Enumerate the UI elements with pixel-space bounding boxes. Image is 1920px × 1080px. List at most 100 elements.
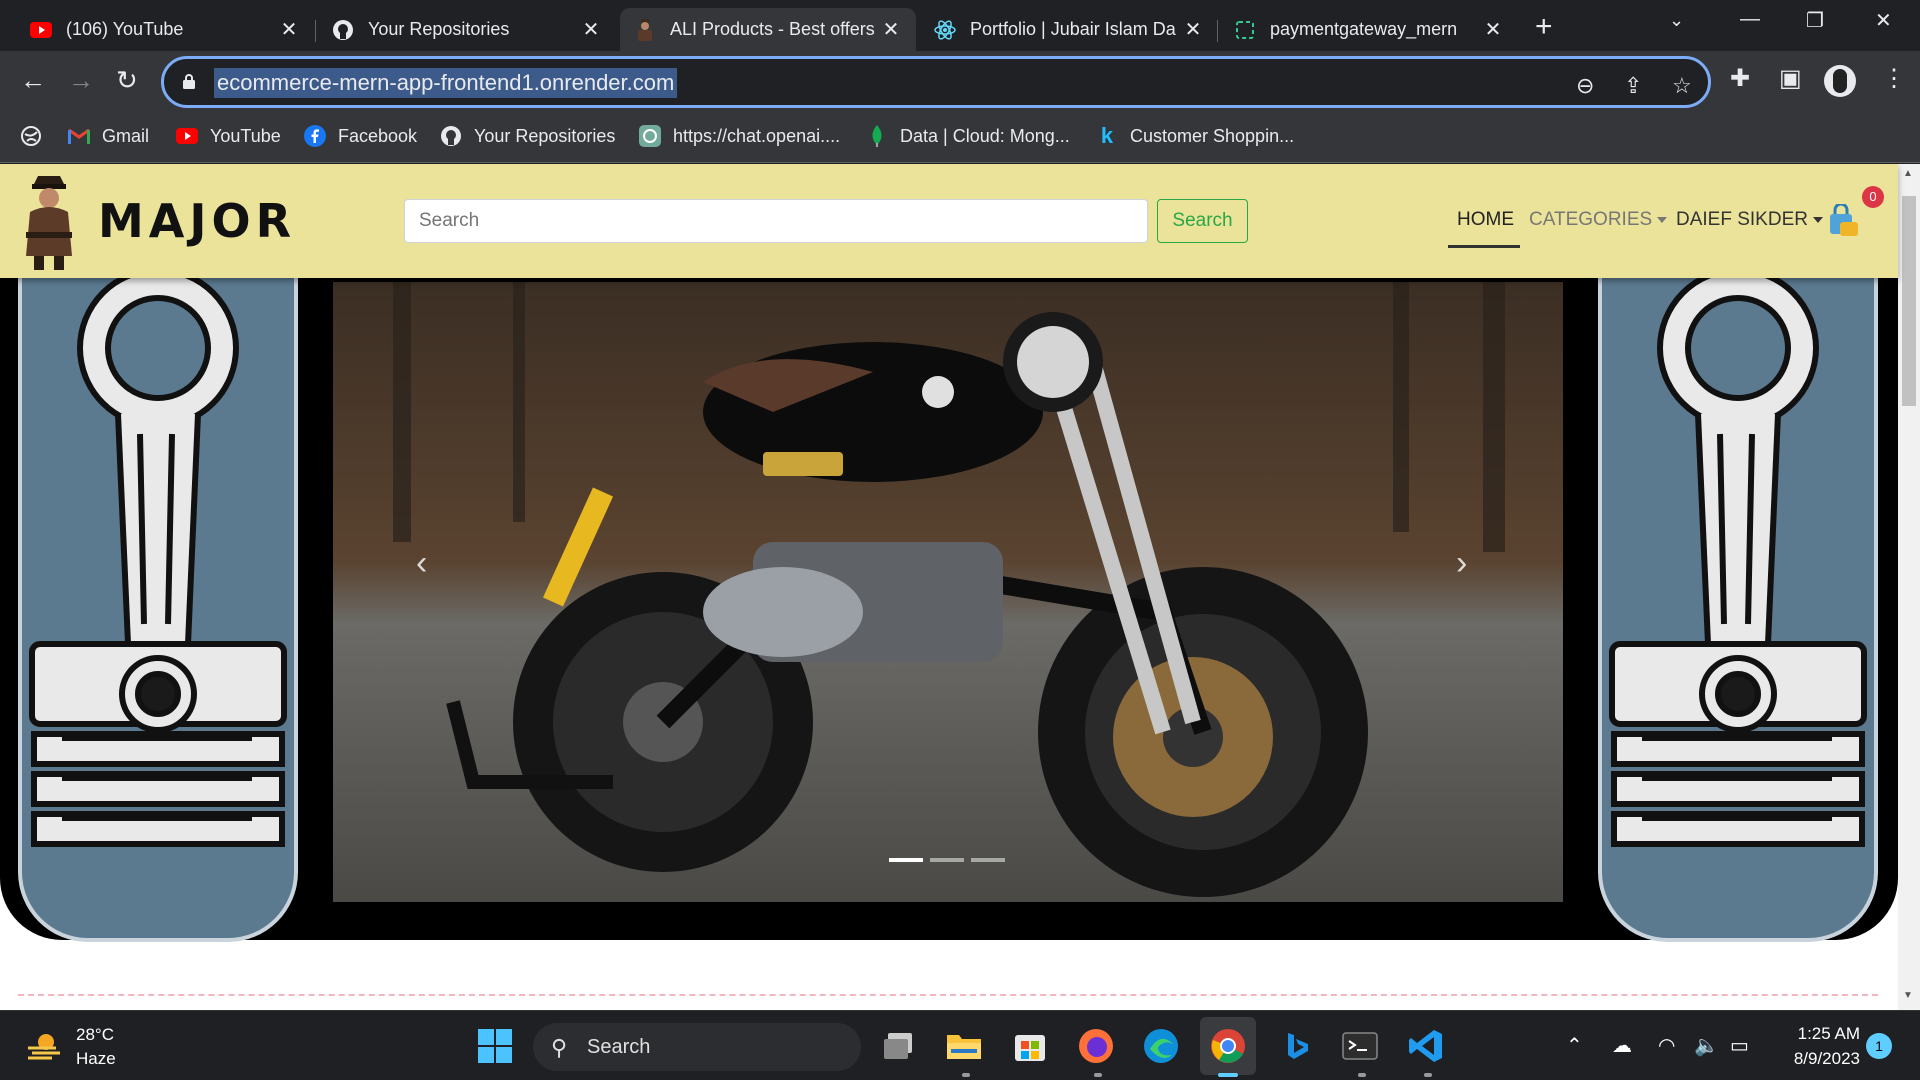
battery-icon[interactable]: ▭ — [1730, 1033, 1749, 1058]
bookmark-youtube[interactable]: YouTube — [176, 125, 281, 147]
bing-icon[interactable] — [1276, 1027, 1314, 1065]
nav-categories-label: CATEGORIES — [1529, 209, 1653, 230]
chrome-icon[interactable] — [1209, 1027, 1247, 1065]
mongodb-icon — [866, 125, 888, 147]
tab-strip: (106) YouTube ✕ Your Repositories ✕ ALI … — [0, 0, 1920, 51]
window-close-icon[interactable]: ✕ — [1875, 8, 1892, 33]
wifi-icon[interactable]: ◠ — [1658, 1033, 1675, 1058]
scroll-down-icon[interactable]: ▼ — [1903, 990, 1913, 1001]
apps-icon[interactable] — [20, 125, 54, 147]
share-icon[interactable]: ⇪ — [1624, 73, 1642, 99]
tab-youtube[interactable]: (106) YouTube ✕ — [16, 8, 314, 51]
firefox-icon[interactable] — [1077, 1027, 1115, 1065]
nav-home[interactable]: HOME — [1457, 209, 1514, 231]
tab-ali-products[interactable]: ALI Products - Best offers ✕ — [620, 8, 916, 51]
windows-start-icon[interactable] — [476, 1027, 514, 1065]
bookmark-label: https://chat.openai.... — [673, 125, 841, 146]
carousel-indicator[interactable] — [971, 858, 1005, 862]
bookmark-label: Data | Cloud: Mong... — [900, 125, 1070, 146]
haze-weather-icon — [28, 1034, 60, 1060]
bookmark-customer-shopping[interactable]: k Customer Shoppin... — [1096, 123, 1295, 148]
vscode-icon[interactable] — [1407, 1027, 1445, 1065]
file-explorer-icon[interactable] — [945, 1027, 983, 1065]
tab-search-icon[interactable]: ⌄ — [1669, 10, 1684, 31]
terminal-icon[interactable] — [1341, 1027, 1379, 1065]
scroll-up-icon[interactable]: ▲ — [1903, 168, 1913, 179]
weather-widget[interactable]: 28°C Haze — [26, 1023, 116, 1071]
minimize-icon[interactable]: — — [1740, 8, 1760, 31]
bookmark-facebook[interactable]: Facebook — [304, 125, 417, 147]
section-divider — [18, 994, 1878, 996]
youtube-icon — [30, 19, 52, 41]
bookmark-gmail[interactable]: Gmail — [68, 125, 149, 147]
volume-icon[interactable]: 🔈 — [1694, 1033, 1719, 1058]
loading-icon — [1234, 19, 1256, 41]
clock-time: 1:25 AM — [1797, 1024, 1860, 1043]
tab-separator — [1217, 20, 1218, 42]
nav-user-label: DAIEF SIKDER — [1676, 209, 1808, 230]
bookmark-your-repositories[interactable]: Your Repositories — [440, 125, 615, 147]
bookmarks-bar: Gmail YouTube Facebook Your Repositories… — [0, 113, 1920, 163]
bookmark-label: Customer Shoppin... — [1130, 125, 1295, 146]
address-bar[interactable]: ecommerce-mern-app-frontend1.onrender.co… — [161, 56, 1711, 108]
running-indicator — [1094, 1073, 1102, 1077]
restore-icon[interactable]: ❐ — [1806, 8, 1824, 33]
menu-kebab-icon[interactable]: ⋮ — [1882, 64, 1906, 93]
nav-active-underline — [1448, 245, 1520, 248]
search-button[interactable]: Search — [1157, 199, 1248, 243]
close-icon[interactable]: ✕ — [880, 17, 902, 42]
close-icon[interactable]: ✕ — [1482, 17, 1504, 42]
bookmark-mongodb[interactable]: Data | Cloud: Mong... — [866, 125, 1070, 147]
facebook-icon — [304, 125, 326, 147]
carousel-prev-icon[interactable]: ‹ — [416, 544, 427, 583]
close-icon[interactable]: ✕ — [278, 17, 300, 42]
windows-taskbar: 28°C Haze ⚲ Search ⌃ ☁ ◠ 🔈 ▭ 1:25 AM 8/9… — [0, 1010, 1920, 1080]
forward-icon[interactable]: → — [68, 65, 94, 96]
tab-separator — [315, 20, 316, 42]
carousel-indicator[interactable] — [930, 858, 964, 862]
onedrive-cloud-icon[interactable]: ☁ — [1612, 1033, 1632, 1058]
microsoft-store-icon[interactable] — [1011, 1027, 1049, 1065]
extensions-icon[interactable]: ✚ — [1730, 64, 1750, 93]
page-scrollbar[interactable]: ▲ ▼ — [1898, 164, 1920, 1010]
lock-icon[interactable] — [182, 73, 196, 89]
tab-portfolio[interactable]: Portfolio | Jubair Islam Da ✕ — [920, 8, 1218, 51]
nav-user-dropdown[interactable]: DAIEF SIKDER — [1676, 209, 1823, 231]
site-header: MAJOR Search HOME CATEGORIES DAIEF SIKDE… — [0, 164, 1898, 278]
task-view-icon[interactable] — [880, 1027, 918, 1065]
officer-logo-icon — [26, 176, 72, 270]
new-tab-icon[interactable]: + — [1535, 10, 1553, 44]
reload-icon[interactable]: ↻ — [116, 65, 138, 96]
carousel-indicator[interactable] — [889, 858, 923, 862]
bookmark-star-icon[interactable]: ☆ — [1672, 73, 1692, 99]
carousel-next-icon[interactable]: › — [1456, 544, 1467, 583]
tab-paymentgateway[interactable]: paymentgateway_mern ✕ — [1220, 8, 1518, 51]
weather-temp: 28°C — [76, 1025, 114, 1044]
back-icon[interactable]: ← — [20, 65, 46, 96]
clock-date: 8/9/2023 — [1793, 1049, 1860, 1068]
scrollbar-thumb[interactable] — [1902, 196, 1916, 406]
profile-avatar[interactable] — [1824, 65, 1856, 97]
taskbar-search-label: Search — [587, 1035, 651, 1058]
close-icon[interactable]: ✕ — [1182, 17, 1204, 42]
search-input[interactable] — [404, 199, 1148, 243]
close-icon[interactable]: ✕ — [580, 17, 602, 42]
side-panel-icon[interactable]: ▣ — [1779, 64, 1802, 93]
caret-down-icon — [1657, 216, 1668, 223]
brand-name: MAJOR — [98, 194, 297, 248]
nav-categories-dropdown[interactable]: CATEGORIES — [1529, 209, 1668, 231]
gmail-icon — [68, 125, 90, 147]
brand-logo[interactable]: MAJOR — [20, 172, 296, 270]
cart-count-badge: 0 — [1862, 186, 1884, 208]
bookmark-chat-openai[interactable]: https://chat.openai.... — [639, 125, 840, 147]
tab-your-repositories[interactable]: Your Repositories ✕ — [318, 8, 616, 51]
shopping-cart-icon[interactable] — [1826, 204, 1860, 238]
running-indicator — [962, 1073, 970, 1077]
url-text[interactable]: ecommerce-mern-app-frontend1.onrender.co… — [214, 68, 678, 98]
show-hidden-icons-icon[interactable]: ⌃ — [1566, 1033, 1583, 1058]
edge-icon[interactable] — [1142, 1027, 1180, 1065]
system-clock[interactable]: 1:25 AM 8/9/2023 — [1774, 1021, 1860, 1071]
zoom-icon[interactable]: ⊖ — [1576, 73, 1594, 99]
notification-badge[interactable]: 1 — [1866, 1033, 1892, 1059]
taskbar-search[interactable]: ⚲ Search — [533, 1023, 861, 1071]
